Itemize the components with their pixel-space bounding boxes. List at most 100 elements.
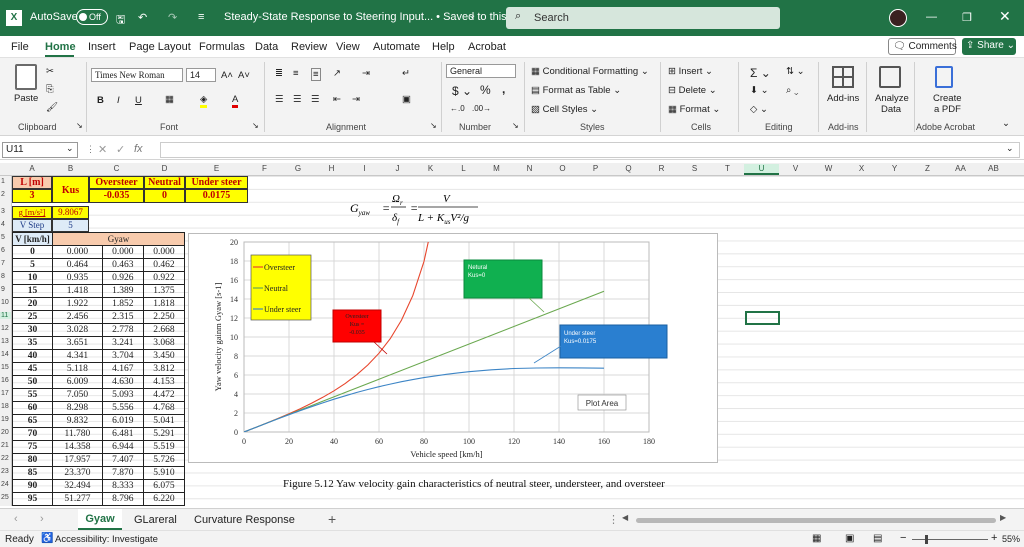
table-cell[interactable]: 5.556 — [101, 400, 144, 415]
zoom-slider[interactable] — [912, 539, 988, 540]
analyze-data-button[interactable]: Analyze — [875, 93, 909, 104]
table-cell[interactable]: 3.241 — [101, 335, 144, 350]
table-cell[interactable]: 4.167 — [101, 361, 144, 376]
cell-Kus-label[interactable]: Kus — [52, 176, 89, 203]
addins-icon[interactable] — [832, 66, 854, 88]
column-header-l[interactable]: L — [447, 164, 480, 173]
table-cell[interactable]: 3.028 — [52, 322, 103, 337]
row-header-20[interactable]: 20 — [0, 429, 11, 436]
table-cell[interactable]: 55 — [12, 387, 53, 402]
next-sheet-icon[interactable]: › — [40, 513, 44, 525]
find-select-icon[interactable]: ⌕ ⌄ — [786, 85, 798, 96]
cell-L-value[interactable]: 3 — [12, 189, 52, 203]
avatar[interactable] — [889, 9, 907, 27]
fill-icon[interactable]: ⬇ ⌄ — [750, 85, 769, 96]
table-cell[interactable]: 80 — [12, 452, 53, 467]
page-break-view-icon[interactable]: ▤ — [873, 533, 882, 544]
column-header-x[interactable]: X — [845, 164, 878, 173]
row-header-9[interactable]: 9 — [0, 286, 11, 293]
minimize-icon[interactable]: — — [926, 11, 937, 23]
row-header-11[interactable]: 11 — [0, 312, 11, 319]
redo-icon[interactable]: ↷ — [168, 11, 177, 24]
table-cell[interactable]: 6.481 — [101, 426, 144, 441]
row-header-1[interactable]: 1 — [0, 178, 11, 185]
underline-icon[interactable]: U — [135, 95, 142, 106]
restore-icon[interactable]: ❐ — [962, 11, 972, 24]
table-cell[interactable]: 8.298 — [52, 400, 103, 415]
number-format-select[interactable]: General — [446, 64, 516, 78]
table-cell[interactable]: 2.778 — [101, 322, 144, 337]
row-header-14[interactable]: 14 — [0, 351, 11, 358]
table-cell[interactable]: 1.922 — [52, 296, 103, 311]
expand-formula-icon[interactable]: ⌄ — [1006, 143, 1014, 154]
column-header-h[interactable]: H — [315, 164, 348, 173]
menu-file[interactable]: File — [11, 41, 29, 53]
table-cell[interactable]: 7.407 — [101, 452, 144, 467]
analyze-data-button-line2[interactable]: Data — [881, 104, 901, 115]
table-cell[interactable]: 50 — [12, 374, 53, 389]
menu-data[interactable]: Data — [255, 41, 278, 53]
cut-icon[interactable]: ✂ — [46, 66, 54, 77]
table-cell[interactable]: 70 — [12, 426, 53, 441]
row-header-22[interactable]: 22 — [0, 455, 11, 462]
table-cell[interactable]: 3.450 — [142, 348, 186, 363]
cell-understeer-value[interactable]: 0.0175 — [185, 189, 248, 203]
table-cell[interactable]: 6.075 — [142, 478, 186, 493]
column-header-s[interactable]: S — [678, 164, 711, 173]
table-cell[interactable]: 85 — [12, 465, 53, 480]
table-cell[interactable]: 17.957 — [52, 452, 103, 467]
row-header-25[interactable]: 25 — [0, 494, 11, 501]
table-cell[interactable]: 5.118 — [52, 361, 103, 376]
addins-button[interactable]: Add-ins — [827, 93, 859, 104]
search-box[interactable]: ⌕ Search — [506, 7, 780, 29]
align-right-icon[interactable]: ☰ — [311, 94, 320, 105]
percent-icon[interactable]: % — [480, 83, 491, 97]
italic-icon[interactable]: I — [117, 95, 120, 106]
format-painter-icon[interactable]: 🖌 — [46, 102, 58, 113]
cell-neutral-label[interactable]: Neutral — [144, 176, 185, 189]
decrease-decimal-icon[interactable]: .00→ — [472, 104, 491, 113]
close-icon[interactable]: ✕ — [999, 8, 1011, 25]
menu-automate[interactable]: Automate — [373, 41, 420, 53]
menu-home[interactable]: Home — [45, 41, 76, 53]
customize-toolbar-icon[interactable]: ≡ — [198, 11, 204, 23]
table-cell[interactable]: 20 — [12, 296, 53, 311]
font-name-select[interactable]: Times New Roman — [91, 68, 183, 82]
clear-icon[interactable]: ◇ ⌄ — [750, 104, 768, 115]
selected-cell[interactable] — [745, 311, 780, 325]
column-header-z[interactable]: Z — [911, 164, 944, 173]
table-cell[interactable]: 2.250 — [142, 309, 186, 324]
figure-caption[interactable]: Figure 5.12 Yaw velocity gain characteri… — [283, 478, 665, 490]
row-header-3[interactable]: 3 — [0, 208, 11, 215]
cell-L-label[interactable]: L [m] — [12, 176, 52, 189]
row-header-15[interactable]: 15 — [0, 364, 11, 371]
align-left-icon[interactable]: ☰ — [275, 94, 284, 105]
table-cell[interactable]: 0.463 — [101, 257, 144, 272]
font-size-select[interactable]: 14 — [186, 68, 216, 82]
menu-view[interactable]: View — [336, 41, 360, 53]
autosave-toggle[interactable]: Off — [76, 9, 108, 25]
table-cell[interactable]: 1.852 — [101, 296, 144, 311]
document-title[interactable]: Steady-State Response to Steering Input.… — [224, 11, 525, 23]
table-cell[interactable]: 0 — [12, 244, 53, 259]
table-cell[interactable]: 35 — [12, 335, 53, 350]
undo-icon[interactable]: ↶ — [138, 11, 147, 24]
menu-review[interactable]: Review — [291, 41, 327, 53]
cancel-icon[interactable]: ✕ — [98, 143, 107, 156]
cell-oversteer-label[interactable]: Oversteer — [89, 176, 144, 189]
table-cell[interactable]: 30 — [12, 322, 53, 337]
table-cell[interactable]: 0.922 — [142, 270, 186, 285]
column-header-k[interactable]: K — [414, 164, 447, 173]
column-header-d[interactable]: D — [144, 164, 185, 173]
sort-filter-icon[interactable]: ⇅ ⌄ — [786, 66, 805, 77]
table-cell[interactable]: 1.375 — [142, 283, 186, 298]
column-header-y[interactable]: Y — [878, 164, 911, 173]
align-bottom-icon[interactable]: ≡ — [311, 68, 321, 81]
table-cell[interactable]: 11.780 — [52, 426, 103, 441]
copy-icon[interactable]: ⎘ — [46, 84, 54, 95]
font-launcher-icon[interactable]: ↘ — [252, 121, 259, 130]
table-cell[interactable]: 0.462 — [142, 257, 186, 272]
format-cells-button[interactable]: ▦ Format ⌄ — [668, 104, 720, 115]
table-cell[interactable]: 10 — [12, 270, 53, 285]
table-cell[interactable]: 5 — [12, 257, 53, 272]
